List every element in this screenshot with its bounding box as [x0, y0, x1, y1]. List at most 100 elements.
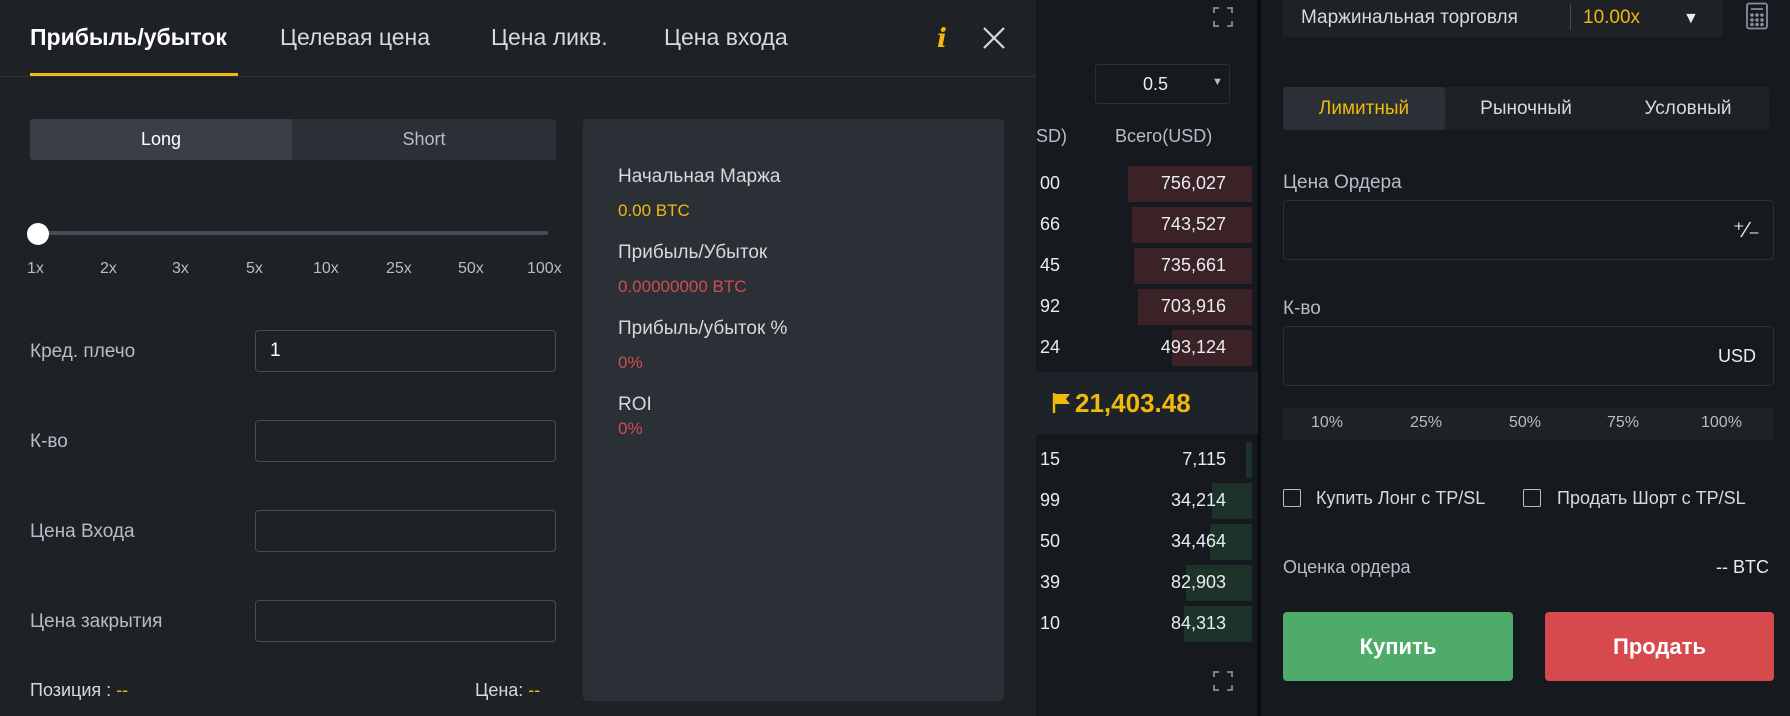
last-price[interactable]: 21,403.48 [1075, 388, 1191, 419]
orderbook-header-amount: SD) [1036, 126, 1067, 146]
flag-icon [1052, 392, 1072, 414]
percent-toggle-icon[interactable]: ⁺∕₋ [1733, 217, 1760, 243]
leverage-slider-handle[interactable] [27, 223, 49, 245]
order-estimate-value: -- BTC [1716, 557, 1769, 577]
leverage-tick[interactable]: 5x [246, 260, 263, 278]
ask-amount: 66 [1040, 214, 1061, 234]
ask-total: 493,124 [1160, 337, 1226, 357]
pnl-value: 0.00000000 BTC [618, 277, 747, 296]
bid-total: 34,214 [1170, 490, 1226, 510]
leverage-tick[interactable]: 1x [27, 260, 44, 278]
leverage-input[interactable]: 1 [255, 330, 556, 372]
roi-label: ROI [618, 394, 652, 415]
pnl-percent-label: Прибыль/убыток % [618, 318, 788, 339]
precision-value: 0.5 [1143, 74, 1169, 94]
position-label: Позиция : [30, 680, 112, 700]
close-price-label: Цена закрытия [30, 611, 163, 632]
bid-row[interactable]: 10 84,313 [1036, 604, 1252, 644]
order-price-input[interactable] [1283, 200, 1774, 260]
leverage-tick[interactable]: 3x [172, 260, 189, 278]
long-button[interactable]: Long [30, 119, 292, 160]
bid-amount: 39 [1040, 572, 1061, 592]
leverage-slider[interactable] [38, 231, 548, 235]
quantity-label: К-во [30, 431, 68, 452]
order-estimate-label: Оценка ордера [1283, 557, 1411, 577]
order-price-label: Цена Ордера [1283, 172, 1402, 193]
entry-price-input[interactable] [255, 510, 556, 552]
initial-margin-label: Начальная Маржа [618, 166, 781, 187]
tab-divider [0, 76, 1036, 77]
pnl-label: Прибыль/Убыток [618, 242, 768, 263]
leverage-tick[interactable]: 10x [313, 260, 339, 278]
expand-icon[interactable] [1212, 670, 1234, 692]
bid-amount: 50 [1040, 531, 1061, 551]
ask-row[interactable]: 66 743,527 [1036, 205, 1252, 245]
percent-option[interactable]: 50% [1509, 414, 1541, 432]
leverage-label: Кред. плечо [30, 341, 136, 362]
buy-tpsl-label[interactable]: Купить Лонг с TP/SL [1316, 488, 1485, 509]
tab-market[interactable]: Рыночный [1445, 87, 1607, 130]
ask-row[interactable]: 92 703,916 [1036, 287, 1252, 327]
roi-value: 0% [618, 419, 643, 438]
percent-option[interactable]: 100% [1701, 414, 1742, 432]
short-button[interactable]: Short [292, 119, 556, 160]
ask-row[interactable]: 45 735,661 [1036, 246, 1252, 286]
ask-total: 735,661 [1160, 255, 1226, 275]
leverage-tick[interactable]: 25x [386, 260, 412, 278]
bid-amount: 15 [1040, 449, 1061, 469]
leverage-value[interactable]: 10.00x [1583, 7, 1640, 29]
leverage-tick[interactable]: 50x [458, 260, 484, 278]
ask-amount: 92 [1040, 296, 1061, 316]
pnl-percent-value: 0% [618, 353, 643, 372]
bid-row[interactable]: 39 82,903 [1036, 563, 1252, 603]
price-summary: Цена: -- [475, 680, 540, 701]
percent-option[interactable]: 10% [1311, 414, 1343, 432]
orderbook-header-total: Всего(USD) [1115, 126, 1213, 146]
entry-price-label: Цена Входа [30, 521, 135, 542]
info-icon[interactable]: i [937, 24, 947, 54]
tab-pnl[interactable]: Прибыль/убыток [30, 24, 227, 51]
sell-tpsl-label[interactable]: Продать Шорт с TP/SL [1557, 488, 1746, 509]
bid-total: 7,115 [1182, 449, 1226, 469]
bid-total: 82,903 [1170, 572, 1226, 592]
depth-bar [1246, 442, 1252, 478]
leverage-tick[interactable]: 100x [527, 260, 562, 278]
caret-down-icon[interactable]: ▼ [1683, 10, 1699, 28]
percent-option[interactable]: 25% [1410, 414, 1442, 432]
quantity-input[interactable] [255, 420, 556, 462]
chevron-down-icon: ▼ [1212, 76, 1223, 88]
ask-amount: 00 [1040, 173, 1061, 193]
close-price-input[interactable] [255, 600, 556, 642]
ask-amount: 24 [1040, 337, 1061, 357]
quantity-unit: USD [1718, 346, 1757, 366]
bid-total: 84,313 [1170, 613, 1226, 633]
close-icon[interactable] [980, 24, 1008, 52]
percent-option[interactable]: 75% [1607, 414, 1639, 432]
sell-tpsl-checkbox[interactable] [1523, 489, 1541, 507]
margin-separator [1570, 4, 1571, 30]
leverage-tick[interactable]: 2x [100, 260, 117, 278]
buy-tpsl-checkbox[interactable] [1283, 489, 1301, 507]
tab-entry-price[interactable]: Цена входа [664, 24, 788, 51]
tab-limit[interactable]: Лимитный [1283, 87, 1445, 130]
bid-row[interactable]: 50 34,464 [1036, 522, 1252, 562]
bid-total: 34,464 [1170, 531, 1226, 551]
order-quantity-label: К-во [1283, 298, 1321, 319]
bid-amount: 99 [1040, 490, 1061, 510]
sell-button[interactable]: Продать [1545, 612, 1774, 681]
calculator-icon[interactable] [1745, 2, 1769, 30]
ask-total: 756,027 [1160, 173, 1226, 193]
ask-row[interactable]: 24 493,124 [1036, 328, 1252, 368]
tab-target-price[interactable]: Целевая цена [280, 24, 430, 51]
order-quantity-input[interactable] [1283, 326, 1774, 386]
ask-amount: 45 [1040, 255, 1061, 275]
bid-row[interactable]: 15 7,115 [1036, 440, 1252, 480]
tab-liquidation-price[interactable]: Цена ликв. [491, 24, 608, 51]
ask-row[interactable]: 00 756,027 [1036, 164, 1252, 204]
ask-total: 743,527 [1160, 214, 1226, 234]
expand-icon[interactable] [1212, 6, 1234, 28]
tab-conditional[interactable]: Условный [1607, 87, 1769, 130]
bid-row[interactable]: 99 34,214 [1036, 481, 1252, 521]
initial-margin-value: 0.00 BTC [618, 201, 690, 220]
buy-button[interactable]: Купить [1283, 612, 1513, 681]
